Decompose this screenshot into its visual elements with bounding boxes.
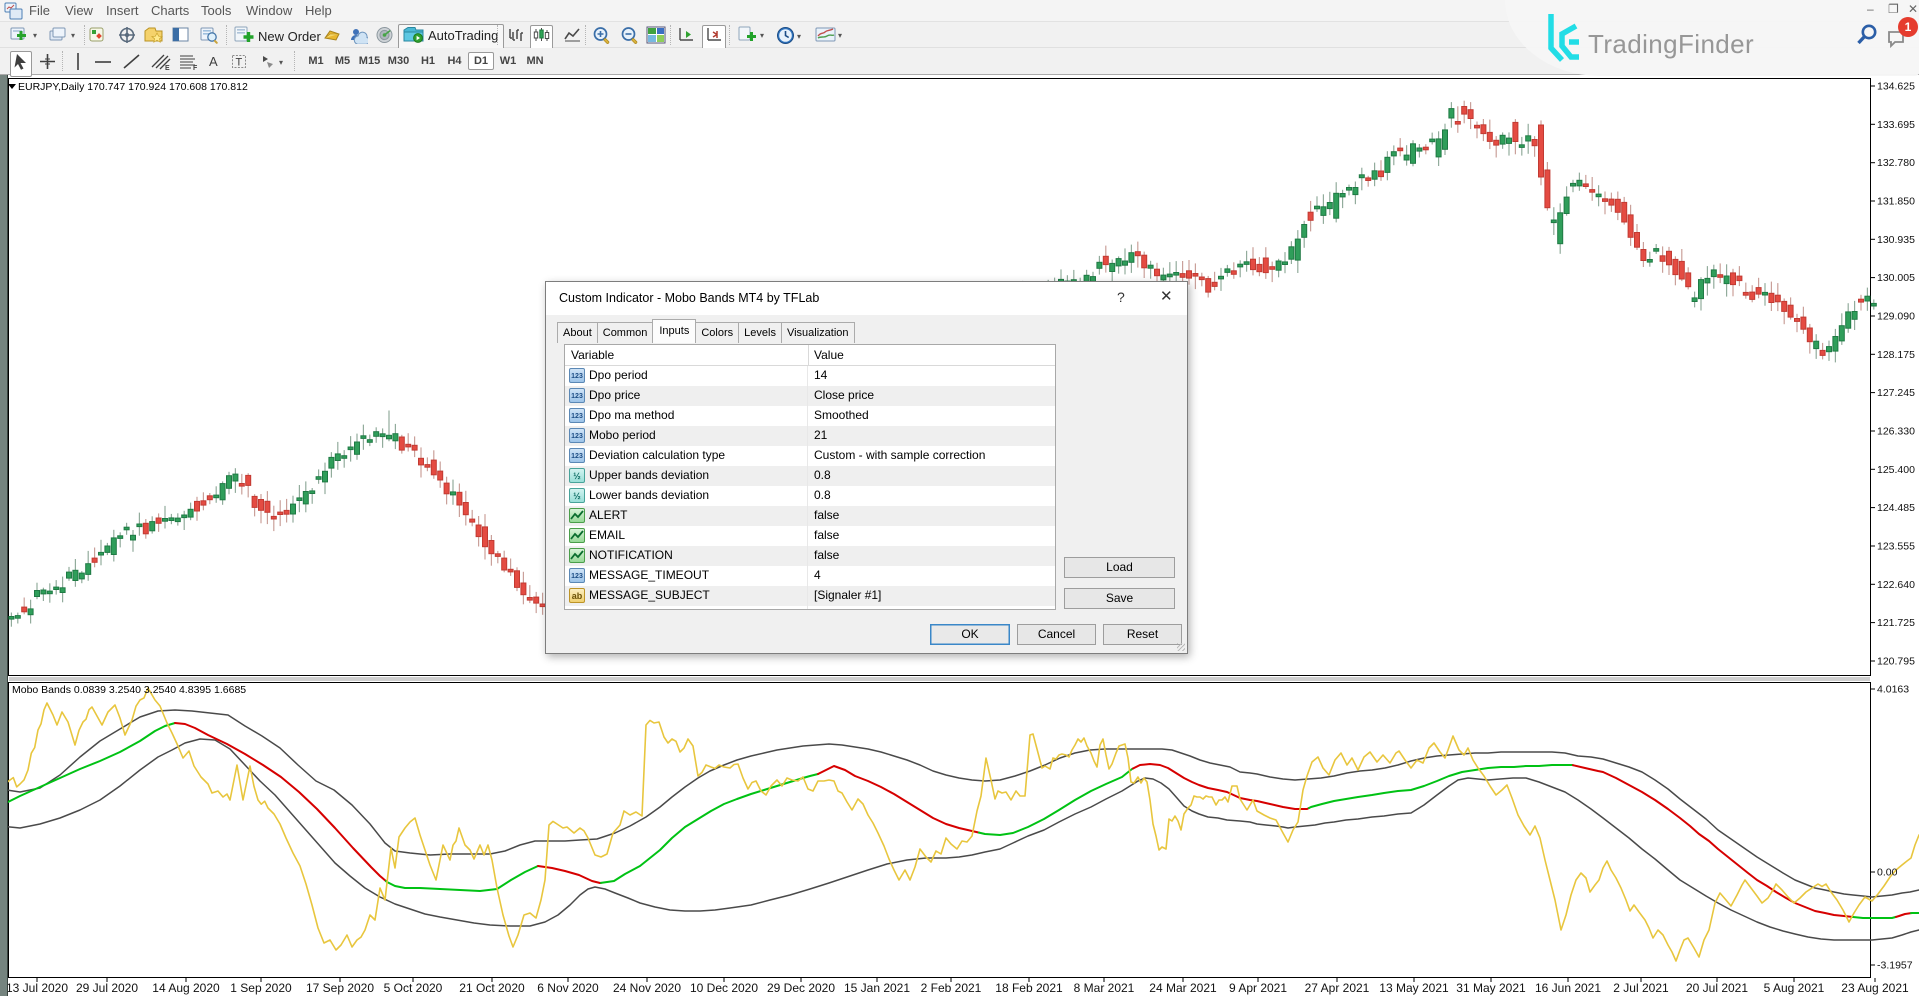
- svg-text:21 Oct 2020: 21 Oct 2020: [459, 981, 525, 995]
- svg-text:121.725: 121.725: [1877, 617, 1915, 629]
- svg-text:128.175: 128.175: [1877, 349, 1915, 361]
- svg-text:6 Nov 2020: 6 Nov 2020: [537, 981, 599, 995]
- svg-text:17 Sep 2020: 17 Sep 2020: [306, 981, 374, 995]
- svg-text:Mobo Bands 0.0839 3.2540 3.254: Mobo Bands 0.0839 3.2540 3.2540 4.8395 1…: [12, 684, 246, 696]
- svg-text:9 Apr 2021: 9 Apr 2021: [1229, 981, 1287, 995]
- svg-text:131.850: 131.850: [1877, 196, 1915, 208]
- svg-text:13 May 2021: 13 May 2021: [1379, 981, 1449, 995]
- svg-text:24 Nov 2020: 24 Nov 2020: [613, 981, 681, 995]
- svg-text:4.0163: 4.0163: [1877, 684, 1909, 696]
- svg-text:1 Sep 2020: 1 Sep 2020: [230, 981, 292, 995]
- svg-text:27 Apr 2021: 27 Apr 2021: [1305, 981, 1370, 995]
- svg-text:8 Mar 2021: 8 Mar 2021: [1074, 981, 1135, 995]
- svg-text:-3.1957: -3.1957: [1877, 960, 1913, 972]
- svg-text:123.555: 123.555: [1877, 541, 1915, 553]
- svg-text:125.400: 125.400: [1877, 464, 1915, 476]
- svg-text:F: F: [193, 65, 198, 71]
- svg-text:120.795: 120.795: [1877, 656, 1915, 668]
- svg-text:10 Dec 2020: 10 Dec 2020: [690, 981, 758, 995]
- svg-text:129.090: 129.090: [1877, 311, 1915, 323]
- svg-text:20 Jul 2021: 20 Jul 2021: [1686, 981, 1748, 995]
- svg-text:5 Aug 2021: 5 Aug 2021: [1764, 981, 1825, 995]
- svg-text:127.245: 127.245: [1877, 387, 1915, 399]
- svg-text:126.330: 126.330: [1877, 426, 1915, 438]
- svg-text:T: T: [236, 57, 243, 69]
- svg-text:18 Feb 2021: 18 Feb 2021: [995, 981, 1063, 995]
- svg-text:122.640: 122.640: [1877, 579, 1915, 591]
- svg-text:A: A: [209, 54, 218, 69]
- svg-text:130.935: 130.935: [1877, 234, 1915, 246]
- svg-text:16 Jun 2021: 16 Jun 2021: [1535, 981, 1601, 995]
- svg-text:0.00: 0.00: [1877, 867, 1898, 879]
- svg-text:130.005: 130.005: [1877, 272, 1915, 284]
- svg-text:132.780: 132.780: [1877, 157, 1915, 169]
- svg-text:E: E: [165, 65, 170, 71]
- svg-text:2 Feb 2021: 2 Feb 2021: [921, 981, 982, 995]
- svg-text:5 Oct 2020: 5 Oct 2020: [384, 981, 443, 995]
- svg-text:29 Jul 2020: 29 Jul 2020: [76, 981, 138, 995]
- svg-text:24 Mar 2021: 24 Mar 2021: [1149, 981, 1217, 995]
- svg-text:124.485: 124.485: [1877, 502, 1915, 514]
- svg-text:134.625: 134.625: [1877, 81, 1915, 93]
- svg-text:15 Jan 2021: 15 Jan 2021: [844, 981, 910, 995]
- svg-text:14 Aug 2020: 14 Aug 2020: [152, 981, 220, 995]
- svg-text:23 Aug 2021: 23 Aug 2021: [1841, 981, 1909, 995]
- svg-text:EURJPY,Daily 170.747 170.924: EURJPY,Daily 170.747 170.924 170.608 170…: [18, 81, 248, 93]
- svg-text:29 Dec 2020: 29 Dec 2020: [767, 981, 835, 995]
- svg-text:133.695: 133.695: [1877, 119, 1915, 131]
- svg-text:13 Jul 2020: 13 Jul 2020: [6, 981, 68, 995]
- svg-text:31 May 2021: 31 May 2021: [1456, 981, 1526, 995]
- svg-text:2 Jul 2021: 2 Jul 2021: [1613, 981, 1669, 995]
